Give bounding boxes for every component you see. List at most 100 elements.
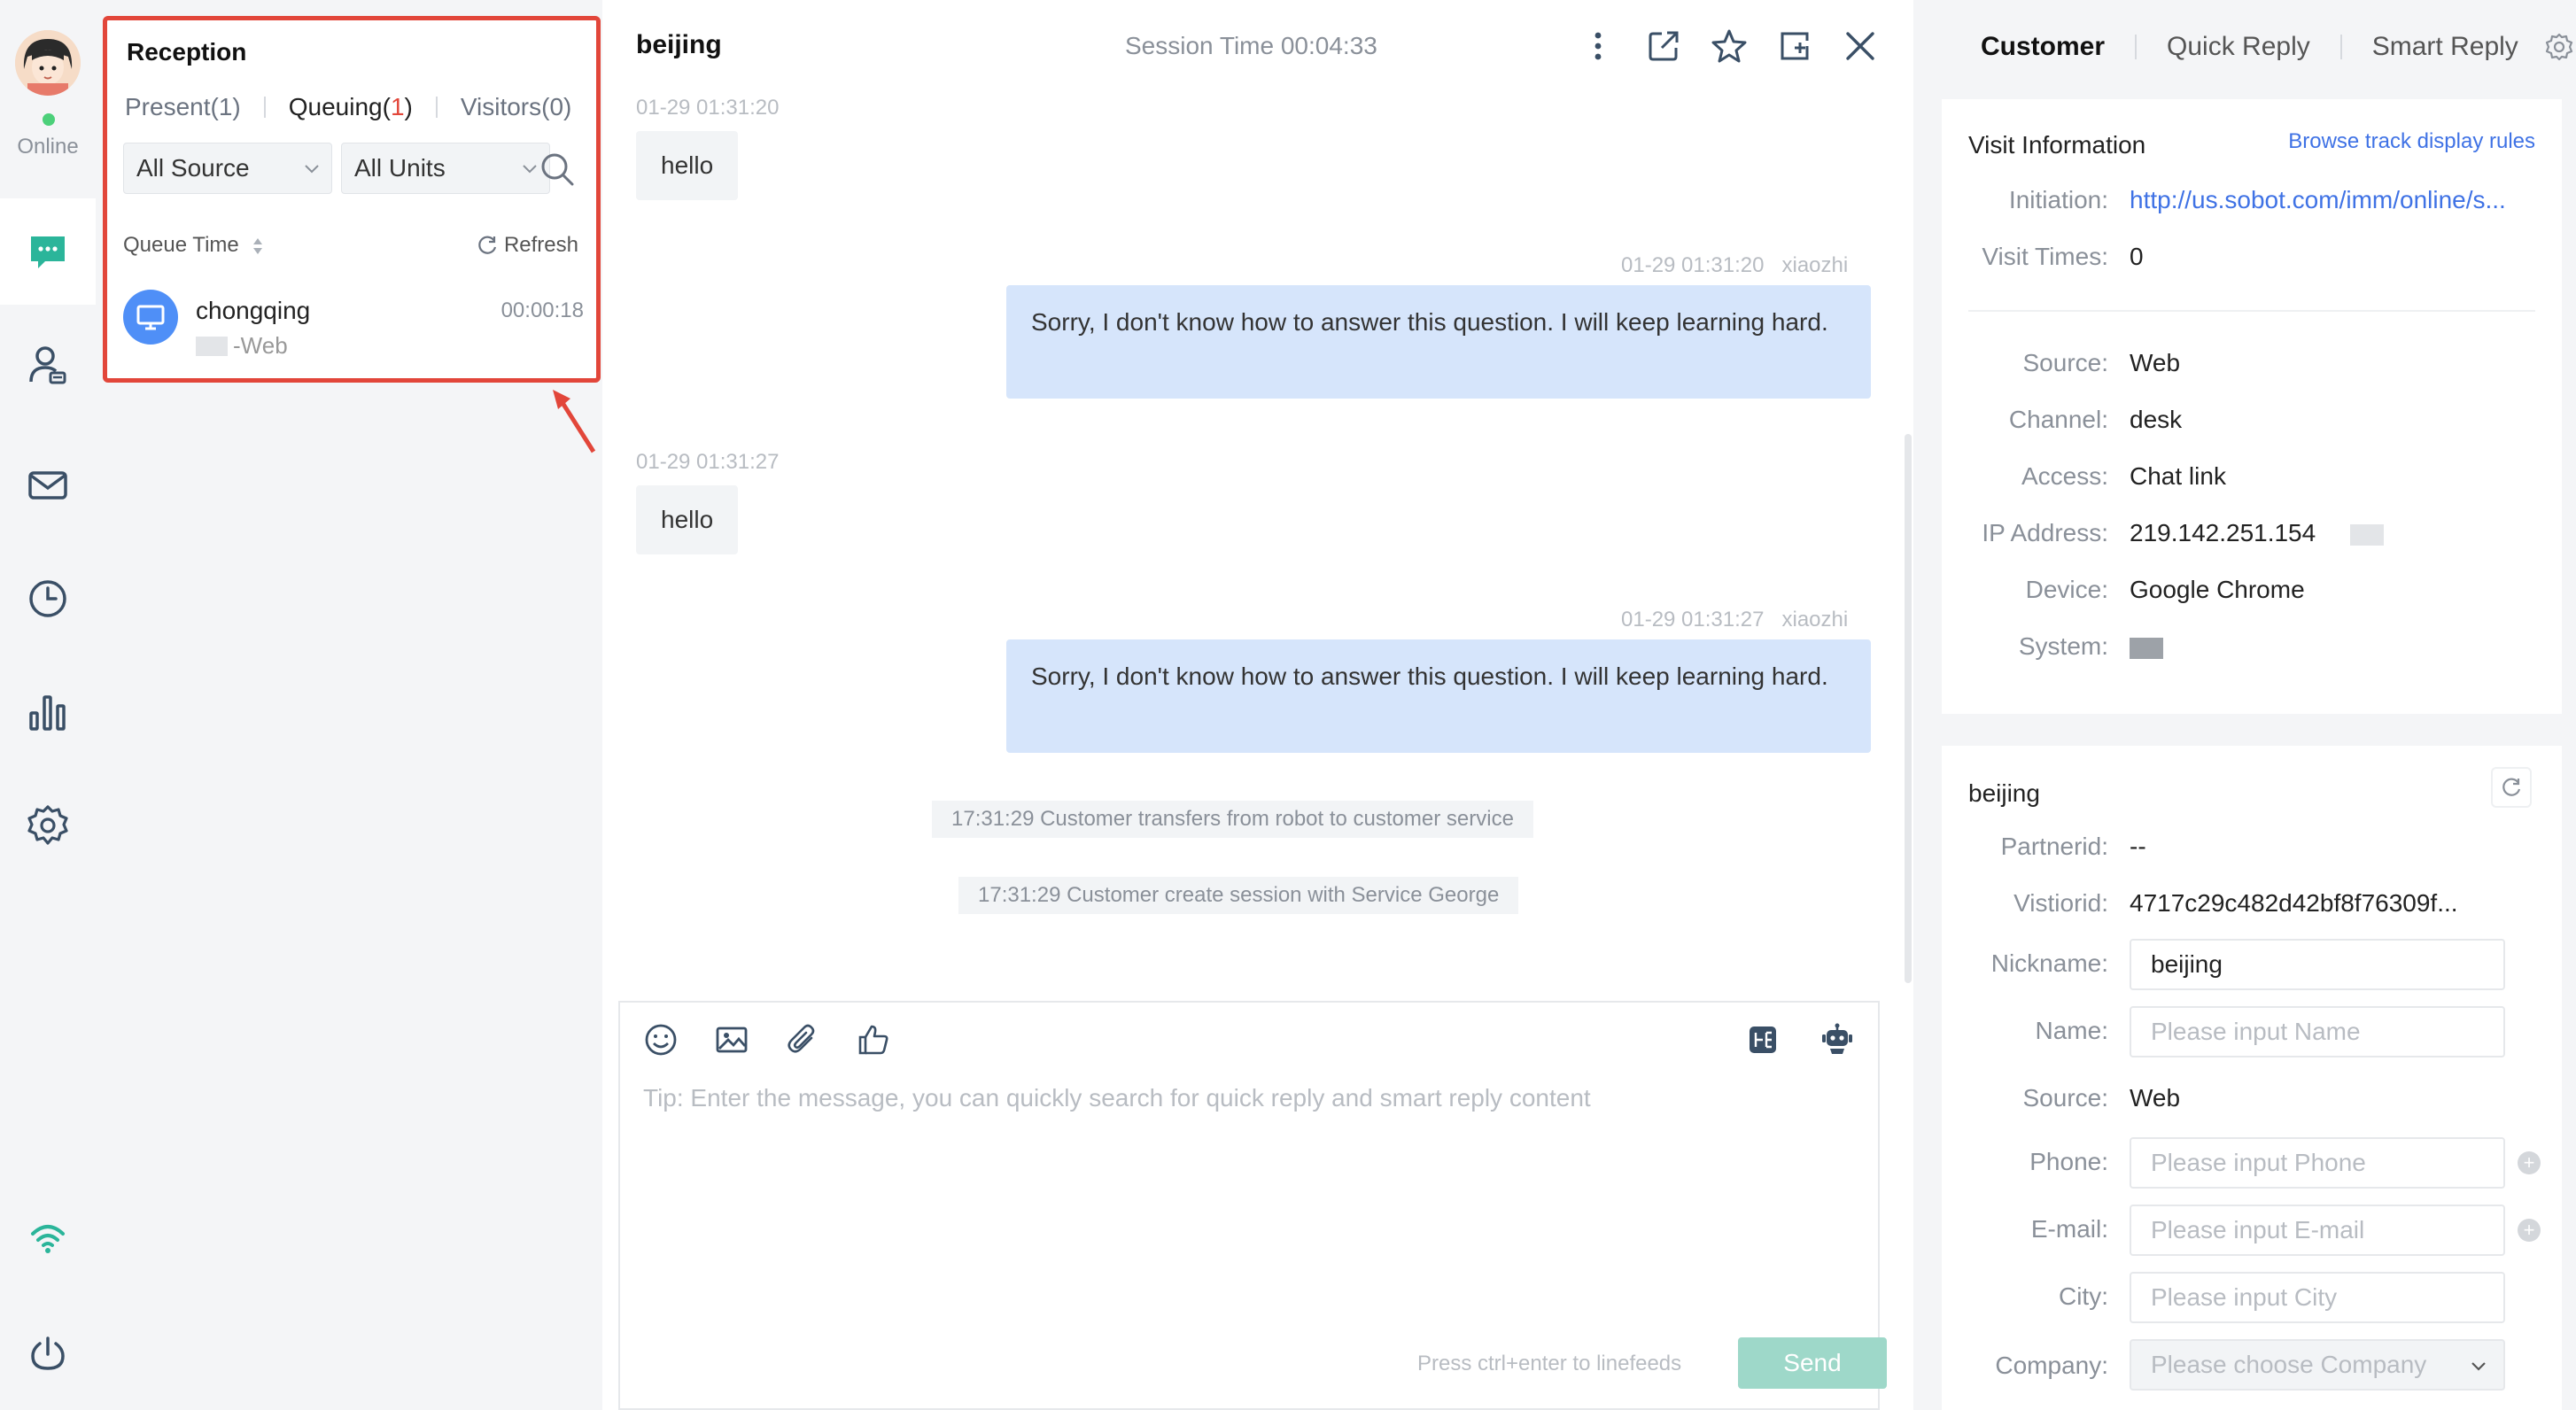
customer-panel: Customer Quick Reply Smart Reply Visit I… bbox=[1915, 0, 2576, 1410]
refresh-customer-button[interactable] bbox=[2491, 767, 2532, 808]
nickname-label: Nickname: bbox=[1990, 949, 2108, 977]
message-timestamp: 01-29 01:31:20 xiaozhi bbox=[1621, 253, 1849, 277]
nav-network[interactable] bbox=[0, 1185, 96, 1291]
chat-scrollbar[interactable] bbox=[1905, 434, 1912, 983]
nav-mail[interactable] bbox=[0, 432, 96, 538]
emoji-icon[interactable] bbox=[643, 1022, 679, 1058]
message-bubble-customer: hello bbox=[636, 485, 739, 554]
email-field[interactable] bbox=[2130, 1205, 2505, 1256]
add-email-icon[interactable]: + bbox=[2518, 1219, 2541, 1242]
tab-divider bbox=[263, 97, 266, 118]
phone-field[interactable] bbox=[2130, 1137, 2505, 1189]
send-button[interactable]: Send bbox=[1738, 1337, 1887, 1389]
star-button[interactable] bbox=[1711, 27, 1747, 66]
partnerid-label: Partnerid: bbox=[2000, 833, 2108, 860]
system-message: 17:31:29 Customer transfers from robot t… bbox=[932, 801, 1533, 838]
message-composer: Press ctrl+enter to linefeeds Send bbox=[618, 1001, 1887, 1410]
nav-customer[interactable] bbox=[0, 312, 96, 418]
city-field[interactable] bbox=[2130, 1272, 2505, 1323]
transfer-button[interactable] bbox=[1646, 27, 1681, 66]
agent-avatar[interactable] bbox=[15, 30, 81, 96]
visit-info-title: Visit Information bbox=[1968, 131, 2146, 159]
add-note-button[interactable] bbox=[1777, 27, 1812, 66]
chevron-down-icon bbox=[305, 165, 319, 174]
name-label: Name: bbox=[2035, 1017, 2108, 1044]
message-timestamp: 01-29 01:31:27 xiaozhi bbox=[1621, 608, 1849, 631]
close-session-button[interactable] bbox=[1843, 27, 1878, 66]
nickname-field[interactable] bbox=[2130, 939, 2505, 990]
tab-divider bbox=[2339, 35, 2342, 59]
nav-chat[interactable] bbox=[0, 198, 96, 305]
access-label: Access: bbox=[2021, 462, 2108, 490]
refresh-button[interactable]: Refresh bbox=[476, 233, 578, 258]
queue-tabs: Present(1) Queuing(1) Visitors(0) bbox=[123, 93, 573, 121]
close-icon bbox=[1846, 32, 1874, 60]
channel-row: Channel: desk bbox=[1942, 406, 2562, 441]
gear-icon[interactable] bbox=[2544, 32, 2574, 62]
visitor-list-item[interactable]: chongqing 00:00:18 -Web bbox=[123, 290, 584, 369]
right-panel-tabs: Customer Quick Reply Smart Reply bbox=[1981, 32, 2518, 62]
access-value: Chat link bbox=[2130, 462, 2226, 490]
add-phone-icon[interactable]: + bbox=[2518, 1151, 2541, 1174]
ime-icon[interactable] bbox=[1745, 1022, 1781, 1058]
chat-header-actions bbox=[1580, 27, 1878, 66]
source-select[interactable]: All Source bbox=[123, 143, 332, 194]
system-row: System: bbox=[1942, 632, 2562, 668]
refresh-icon bbox=[478, 236, 497, 254]
history-icon bbox=[29, 580, 66, 617]
tab-customer[interactable]: Customer bbox=[1981, 32, 2105, 62]
star-icon bbox=[1711, 29, 1747, 63]
visitor-wait-time: 00:00:18 bbox=[500, 298, 584, 322]
thumbs-up-icon[interactable] bbox=[856, 1022, 891, 1058]
customer-icon bbox=[29, 346, 66, 384]
city-label: City: bbox=[2058, 1282, 2108, 1310]
add-note-icon bbox=[1781, 32, 1809, 60]
name-field[interactable] bbox=[2130, 1006, 2505, 1058]
company-select[interactable]: Please choose Company bbox=[2130, 1339, 2505, 1391]
session-time: Session Time 00:04:33 bbox=[1125, 32, 1377, 59]
units-select[interactable]: All Units bbox=[341, 143, 550, 194]
tab-present[interactable]: Present(1) bbox=[123, 93, 243, 121]
search-icon[interactable] bbox=[539, 151, 575, 187]
message-bubble-customer: hello bbox=[636, 131, 739, 200]
robot-icon[interactable] bbox=[1819, 1022, 1855, 1058]
nav-logout[interactable] bbox=[0, 1300, 96, 1406]
sort-icon bbox=[253, 237, 263, 254]
visitor-avatar bbox=[123, 290, 178, 345]
channel-label: Channel: bbox=[2008, 406, 2108, 433]
image-icon[interactable] bbox=[714, 1022, 749, 1058]
nav-stats[interactable] bbox=[0, 659, 96, 765]
message-bubble-agent: Sorry, I don't know how to answer this q… bbox=[1006, 639, 1871, 753]
redacted-chip bbox=[2130, 637, 2163, 659]
nav-settings[interactable] bbox=[0, 772, 96, 879]
left-nav: Online bbox=[0, 0, 103, 1410]
partnerid-value: -- bbox=[2130, 833, 2146, 860]
initiation-link[interactable]: http://us.sobot.com/imm/online/s... bbox=[2130, 186, 2506, 214]
browse-track-link[interactable]: Browse track display rules bbox=[2288, 129, 2535, 154]
phone-label: Phone: bbox=[2029, 1148, 2108, 1175]
wifi-icon bbox=[31, 1225, 65, 1253]
more-button[interactable] bbox=[1580, 27, 1616, 66]
nav-history[interactable] bbox=[0, 546, 96, 652]
chat-icon bbox=[31, 236, 65, 268]
ip-row: IP Address: 219.142.251.154 bbox=[1942, 519, 2562, 554]
initiation-label: Initiation: bbox=[2008, 186, 2108, 213]
queue-box-highlight: Reception Present(1) Queuing(1) Visitors… bbox=[103, 16, 601, 383]
partnerid-row: Partnerid: -- bbox=[1942, 833, 2562, 868]
company-label: Company: bbox=[1995, 1352, 2108, 1379]
share-external-icon bbox=[1649, 31, 1679, 61]
system-value bbox=[2130, 632, 2163, 661]
tab-queuing[interactable]: Queuing(1) bbox=[287, 93, 415, 121]
queue-time-sort[interactable]: Queue Time bbox=[123, 233, 264, 258]
message-input[interactable] bbox=[643, 1084, 1857, 1261]
visitor-name: chongqing bbox=[196, 297, 311, 324]
visit-times-label: Visit Times: bbox=[1982, 243, 2108, 270]
customer-source-label: Source: bbox=[2022, 1084, 2109, 1112]
more-vertical-icon bbox=[1594, 32, 1602, 60]
tab-smart-reply[interactable]: Smart Reply bbox=[2372, 32, 2518, 62]
queue-title: Reception bbox=[127, 38, 247, 66]
tab-divider bbox=[435, 97, 438, 118]
attachment-icon[interactable] bbox=[785, 1022, 820, 1058]
tab-quick-reply[interactable]: Quick Reply bbox=[2167, 32, 2310, 62]
tab-visitors[interactable]: Visitors(0) bbox=[459, 93, 574, 121]
